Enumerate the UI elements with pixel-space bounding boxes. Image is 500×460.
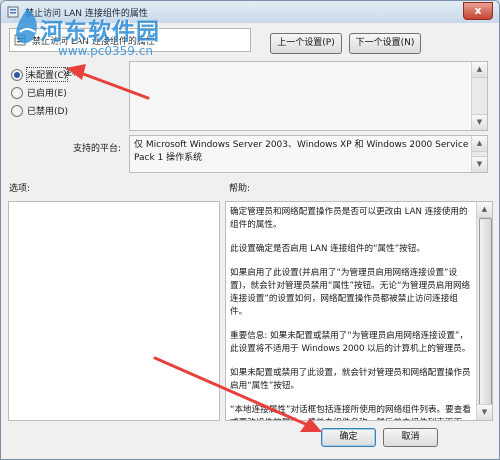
scroll-down-icon[interactable]: ▼: [472, 114, 487, 130]
previous-setting-button[interactable]: 上一个设置(P): [270, 33, 342, 54]
options-panel: [8, 201, 220, 421]
help-text: 确定管理员和网络配置操作员是否可以更改由 LAN 连接使用的组件的属性。 此设置…: [230, 206, 473, 420]
scrollbar-thumb[interactable]: [479, 218, 492, 405]
radio-button-enabled[interactable]: [11, 87, 23, 99]
help-paragraph: 如果启用了此设置(并启用了“为管理员启用网络连接设置”设置)，就会针对管理员禁用…: [230, 268, 471, 317]
scroll-up-icon[interactable]: ▲: [472, 62, 487, 78]
platform-scrollbar[interactable]: ▲ ▼: [471, 136, 487, 172]
radio-label-disabled: 已禁用(D): [27, 107, 68, 117]
help-panel: 确定管理员和网络配置操作员是否可以更改由 LAN 连接使用的组件的属性。 此设置…: [225, 201, 493, 421]
watermark-title: 河东软件园: [40, 19, 160, 45]
watermark: 河东软件园 www.pc0359.cn: [0, 0, 215, 72]
dialog-content: 禁止访问 LAN 连接组件的属性 上一个设置(P) 下一个设置(N) 未配置(C…: [1, 23, 499, 459]
ok-button[interactable]: 确定: [321, 428, 376, 447]
platform-label: 支持的平台:: [73, 144, 122, 154]
options-label: 选项:: [9, 184, 31, 194]
scroll-down-icon[interactable]: ▼: [472, 156, 487, 172]
radio-button-disabled[interactable]: [11, 105, 23, 117]
help-paragraph: 如果未配置或禁用了此设置，就会针对管理员和网络配置操作员启用“属性”按钮。: [230, 368, 471, 391]
scroll-up-icon[interactable]: ▲: [472, 136, 487, 152]
comment-scrollbar[interactable]: ▲ ▼: [471, 62, 487, 130]
scroll-down-icon[interactable]: ▼: [477, 404, 492, 420]
scroll-up-icon[interactable]: ▲: [477, 202, 492, 218]
close-button[interactable]: x: [463, 2, 493, 20]
help-paragraph: 重要信息: 如果未配置或禁用了“为管理员启用网络连接设置”，此设置将不适用于 W…: [230, 331, 471, 354]
help-paragraph: 确定管理员和网络配置操作员是否可以更改由 LAN 连接使用的组件的属性。: [230, 207, 468, 230]
help-label: 帮助:: [229, 184, 251, 194]
platform-box: 仅 Microsoft Windows Server 2003、Windows …: [129, 135, 488, 173]
help-paragraph: “本地连接属性”对话框包括连接所使用的网络组件列表。要查看或更改组件的属性，请单…: [230, 405, 471, 420]
help-paragraph: 此设置确定是否启用 LAN 连接组件的“属性”按钮。: [230, 244, 425, 254]
next-setting-button[interactable]: 下一个设置(N): [349, 33, 421, 54]
watermark-url: www.pc0359.cn: [58, 44, 153, 58]
help-scrollbar[interactable]: ▲ ▼: [476, 202, 492, 420]
cancel-button[interactable]: 取消: [383, 428, 438, 447]
radio-label-enabled: 已启用(E): [27, 89, 67, 99]
platform-text: 仅 Microsoft Windows Server 2003、Windows …: [134, 140, 469, 163]
